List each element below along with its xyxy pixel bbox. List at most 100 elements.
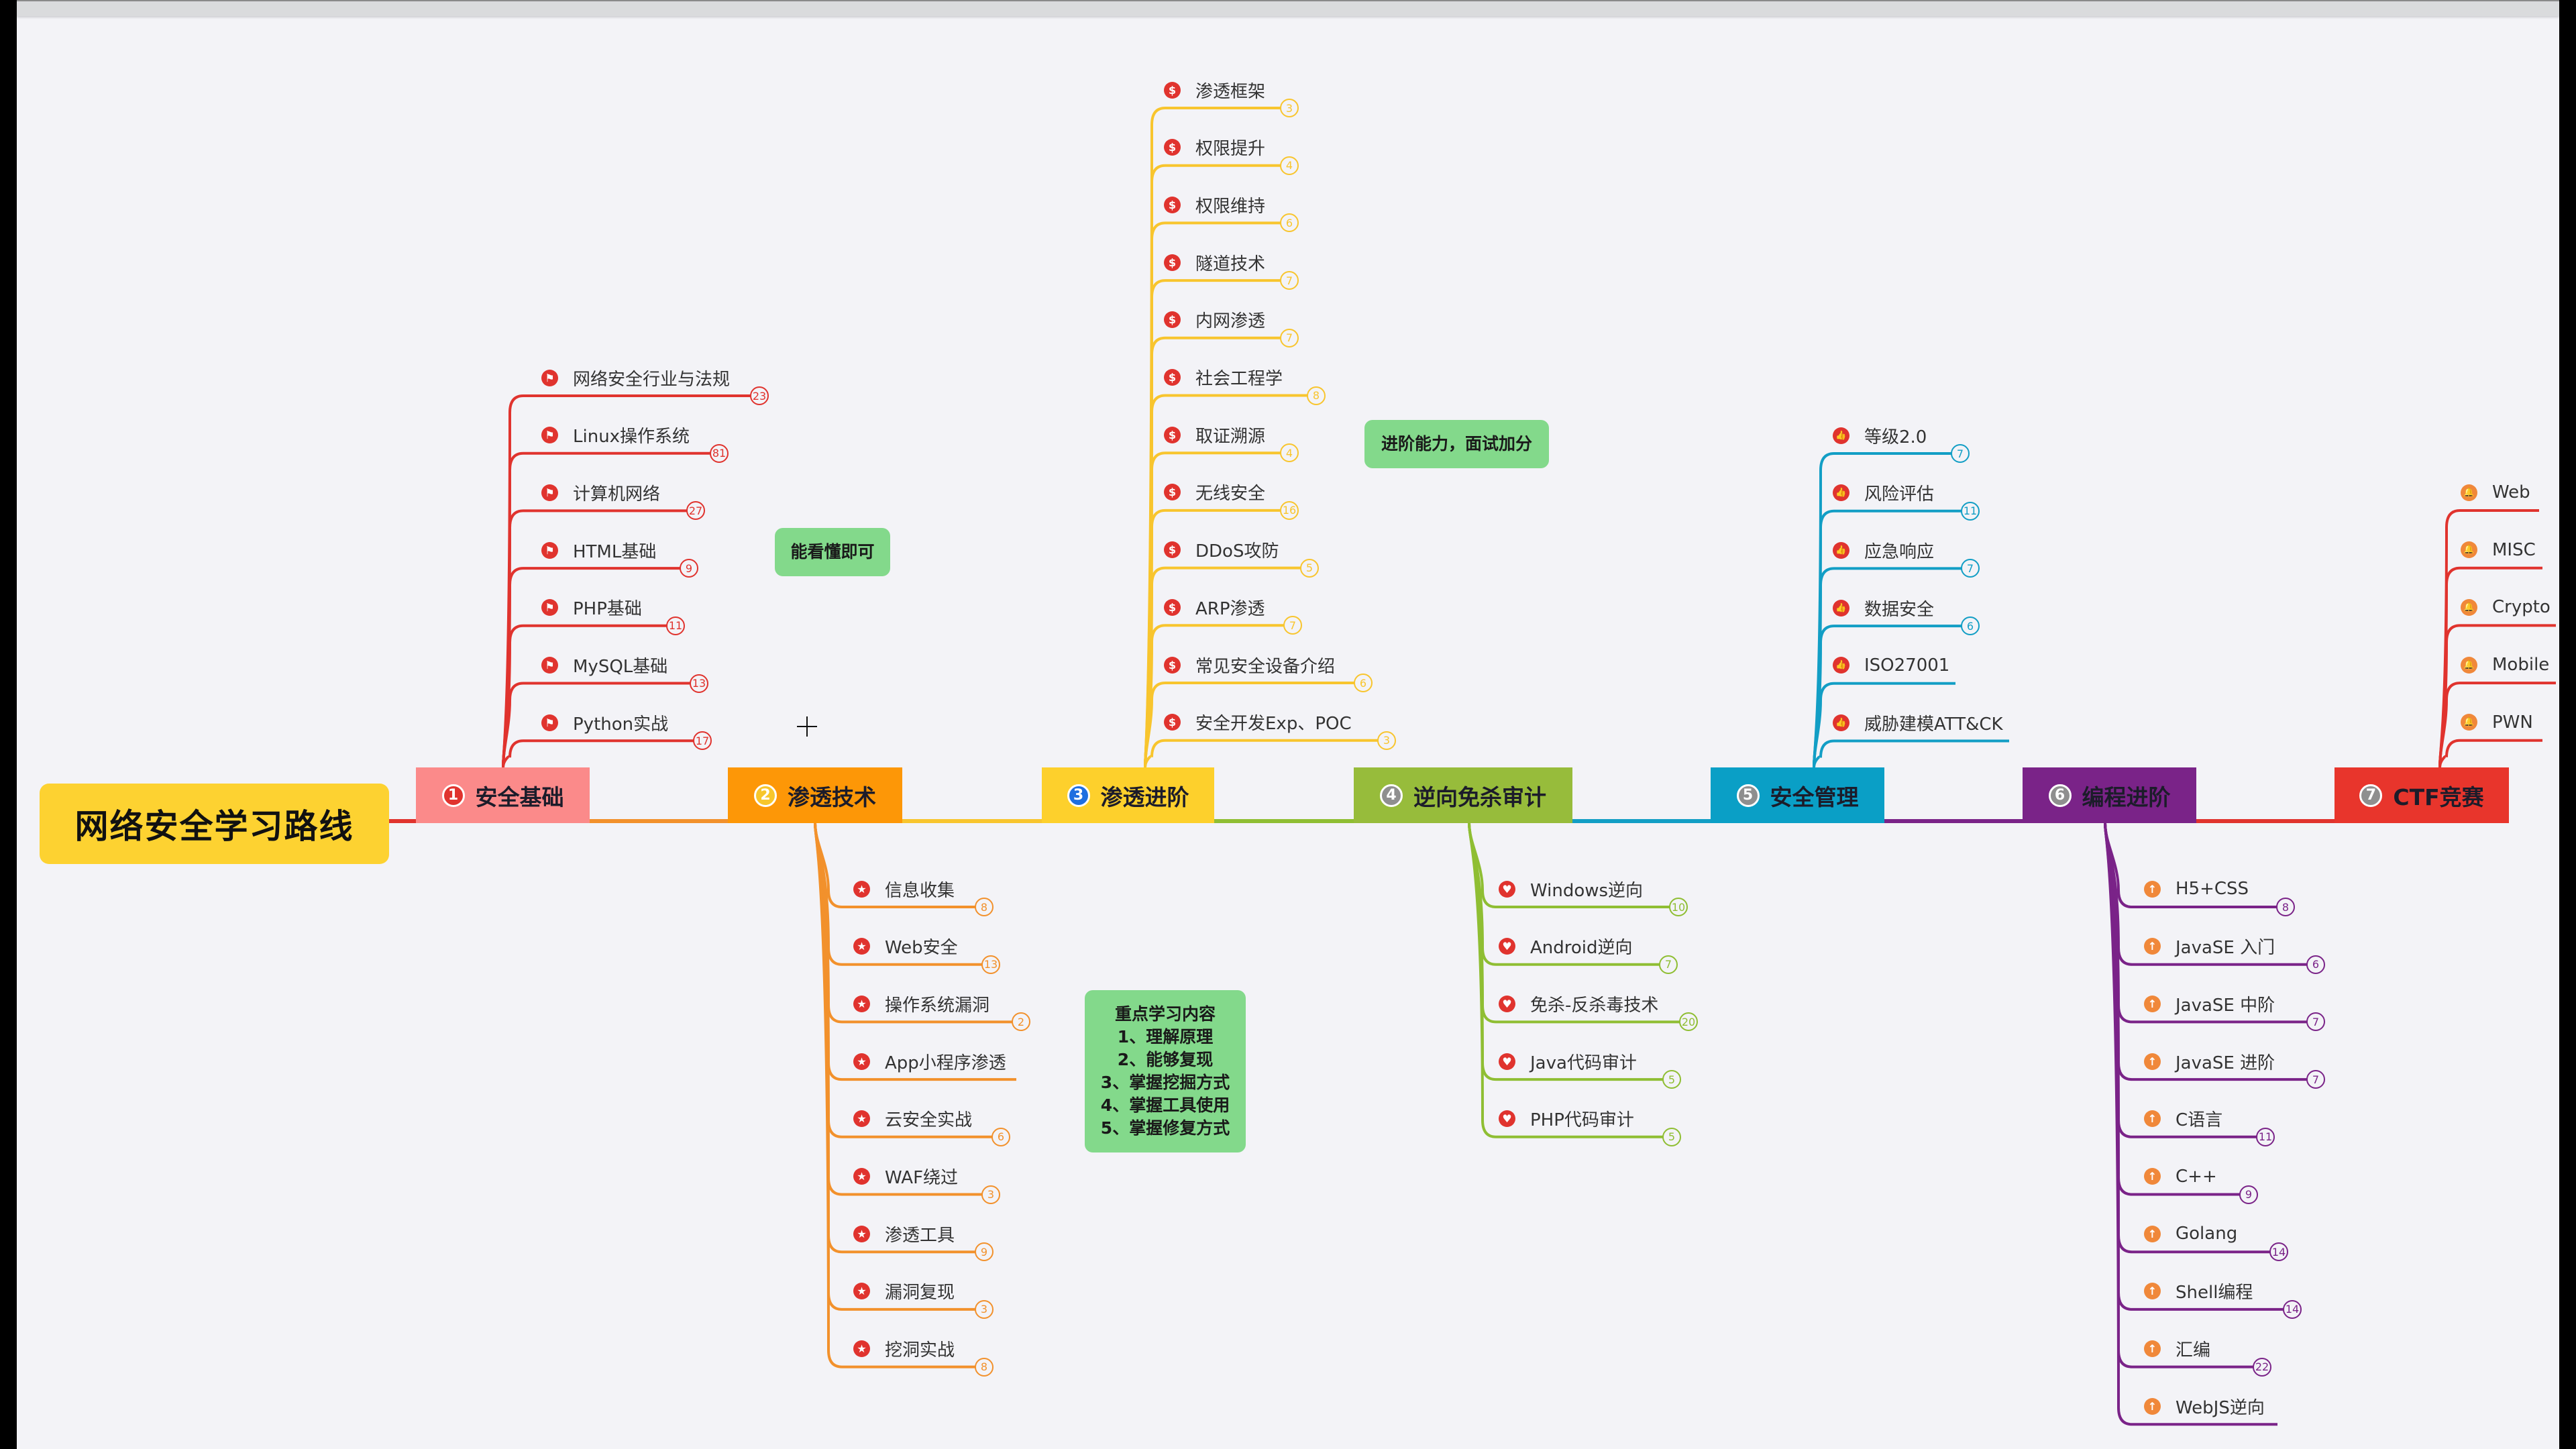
child-count-badge[interactable]: 10 [1669, 898, 1688, 916]
subtopic-item[interactable]: $ ARP渗透 [1164, 595, 1265, 619]
topic-4[interactable]: 4 逆向免杀审计 [1354, 767, 1572, 823]
topic-1[interactable]: 1 安全基础 [416, 767, 590, 823]
subtopic-item[interactable]: ♥ 免杀-反杀毒技术 [1499, 991, 1658, 1016]
subtopic-item[interactable]: 🔔 Crypto [2461, 595, 2551, 619]
child-count-badge[interactable]: 11 [666, 616, 685, 635]
child-count-badge[interactable]: 7 [1951, 444, 1970, 463]
subtopic-item[interactable]: ♥ Android逆向 [1499, 934, 1633, 959]
child-count-badge[interactable]: 7 [1280, 328, 1299, 347]
subtopic-item[interactable]: ↑ C++ [2144, 1165, 2217, 1189]
subtopic-item[interactable]: ↑ Golang [2144, 1222, 2237, 1246]
root-topic[interactable]: 网络安全学习路线 [40, 784, 389, 864]
child-count-badge[interactable]: 14 [2269, 1242, 2288, 1262]
topic-7[interactable]: 7 CTF竞赛 [2334, 767, 2509, 823]
subtopic-item[interactable]: ★ 渗透工具 [853, 1222, 955, 1246]
subtopic-item[interactable]: ↑ Shell编程 [2144, 1279, 2253, 1303]
topic-2[interactable]: 2 渗透技术 [728, 767, 902, 823]
subtopic-item[interactable]: ★ App小程序渗透 [853, 1049, 1006, 1073]
subtopic-item[interactable]: 🔔 Mobile [2461, 653, 2549, 677]
child-count-badge[interactable]: 3 [981, 1185, 1000, 1204]
subtopic-item[interactable]: ↑ JavaSE 进阶 [2144, 1049, 2275, 1073]
topic-5[interactable]: 5 安全管理 [1711, 767, 1884, 823]
child-count-badge[interactable]: 6 [1961, 616, 1980, 636]
child-count-badge[interactable]: 13 [981, 955, 1000, 974]
child-count-badge[interactable]: 9 [2239, 1185, 2258, 1204]
subtopic-item[interactable]: $ 常见安全设备介绍 [1164, 653, 1335, 677]
child-count-badge[interactable]: 8 [975, 898, 994, 916]
subtopic-item[interactable]: ⚑ PHP基础 [541, 596, 642, 620]
note-advanced[interactable]: 进阶能力，面试加分 [1364, 420, 1549, 468]
subtopic-item[interactable]: $ 安全开发Exp、POC [1164, 710, 1352, 735]
subtopic-item[interactable]: ★ 漏洞复现 [853, 1279, 955, 1303]
subtopic-item[interactable]: $ 渗透框架 [1164, 78, 1265, 102]
subtopic-item[interactable]: ♥ Windows逆向 [1499, 877, 1643, 901]
child-count-badge[interactable]: 23 [750, 386, 769, 405]
subtopic-item[interactable]: 👍 威胁建模ATT&CK [1833, 711, 2003, 735]
topic-6[interactable]: 6 编程进阶 [2023, 767, 2196, 823]
subtopic-item[interactable]: $ 权限维持 [1164, 193, 1265, 217]
subtopic-item[interactable]: ★ 操作系统漏洞 [853, 991, 989, 1016]
subtopic-item[interactable]: $ 取证溯源 [1164, 423, 1265, 447]
child-count-badge[interactable]: 9 [975, 1242, 994, 1262]
child-count-badge[interactable]: 17 [693, 731, 712, 751]
subtopic-item[interactable]: ↑ JavaSE 中阶 [2144, 991, 2275, 1016]
subtopic-item[interactable]: 👍 风险评估 [1833, 481, 1934, 505]
subtopic-item[interactable]: ⚑ Linux操作系统 [541, 423, 690, 447]
subtopic-item[interactable]: $ 无线安全 [1164, 480, 1265, 504]
subtopic-item[interactable]: ⚑ MySQL基础 [541, 653, 667, 678]
subtopic-item[interactable]: 🔔 MISC [2461, 538, 2536, 562]
child-count-badge[interactable]: 22 [2253, 1357, 2271, 1377]
child-count-badge[interactable]: 5 [1300, 558, 1319, 578]
subtopic-item[interactable]: 🔔 Web [2461, 480, 2530, 504]
subtopic-item[interactable]: 👍 等级2.0 [1833, 423, 1927, 447]
topic-3[interactable]: 3 渗透进阶 [1042, 767, 1214, 823]
child-count-badge[interactable]: 5 [1662, 1070, 1681, 1089]
child-count-badge[interactable]: 16 [1280, 500, 1299, 520]
child-count-badge[interactable]: 8 [975, 1357, 994, 1377]
subtopic-item[interactable]: ★ 挖洞实战 [853, 1337, 955, 1361]
subtopic-item[interactable]: 🔔 PWN [2461, 710, 2533, 735]
subtopic-item[interactable]: ♥ Java代码审计 [1499, 1049, 1637, 1073]
child-count-badge[interactable]: 7 [1659, 955, 1678, 974]
subtopic-item[interactable]: ★ 云安全实战 [853, 1107, 972, 1131]
child-count-badge[interactable]: 3 [1377, 731, 1396, 750]
subtopic-item[interactable]: ↑ 汇编 [2144, 1337, 2210, 1361]
subtopic-item[interactable]: $ 社会工程学 [1164, 366, 1283, 390]
subtopic-item[interactable]: ♥ PHP代码审计 [1499, 1107, 1634, 1131]
subtopic-item[interactable]: ↑ WebJS逆向 [2144, 1394, 2265, 1418]
note-key-points[interactable]: 重点学习内容 1、理解原理 2、能够复现 3、掌握挖掘方式 4、掌握工具使用 5、掌握修复… [1085, 990, 1246, 1152]
subtopic-item[interactable]: $ 权限提升 [1164, 136, 1265, 160]
child-count-badge[interactable]: 5 [1662, 1127, 1681, 1146]
child-count-badge[interactable]: 13 [690, 674, 708, 693]
subtopic-item[interactable]: 👍 应急响应 [1833, 538, 1934, 562]
subtopic-item[interactable]: ↑ H5+CSS [2144, 877, 2249, 901]
child-count-badge[interactable]: 9 [680, 559, 698, 578]
subtopic-item[interactable]: ⚑ HTML基础 [541, 538, 656, 562]
child-count-badge[interactable]: 4 [1280, 443, 1299, 463]
child-count-badge[interactable]: 11 [1961, 501, 1980, 521]
child-count-badge[interactable]: 8 [2276, 898, 2295, 916]
subtopic-item[interactable]: ↑ JavaSE 入门 [2144, 934, 2275, 959]
child-count-badge[interactable]: 81 [710, 443, 729, 463]
child-count-badge[interactable]: 3 [1280, 99, 1299, 117]
subtopic-item[interactable]: $ 隧道技术 [1164, 250, 1265, 274]
child-count-badge[interactable]: 4 [1280, 156, 1299, 175]
subtopic-item[interactable]: $ DDoS攻防 [1164, 538, 1279, 562]
note-basics[interactable]: 能看懂即可 [775, 528, 890, 576]
child-count-badge[interactable]: 7 [2306, 1070, 2325, 1089]
child-count-badge[interactable]: 7 [1280, 271, 1299, 290]
subtopic-item[interactable]: $ 内网渗透 [1164, 308, 1265, 332]
child-count-badge[interactable]: 11 [2256, 1127, 2275, 1146]
child-count-badge[interactable]: 6 [2306, 955, 2325, 974]
subtopic-item[interactable]: ⚑ 计算机网络 [541, 480, 660, 504]
subtopic-item[interactable]: ⚑ 网络安全行业与法规 [541, 366, 730, 390]
subtopic-item[interactable]: 👍 ISO27001 [1833, 653, 1949, 678]
subtopic-item[interactable]: ★ WAF绕过 [853, 1165, 958, 1189]
child-count-badge[interactable]: 3 [975, 1299, 994, 1319]
subtopic-item[interactable]: ★ 信息收集 [853, 877, 955, 901]
child-count-badge[interactable]: 6 [991, 1127, 1010, 1146]
subtopic-item[interactable]: ★ Web安全 [853, 934, 958, 959]
subtopic-item[interactable]: ⚑ Python实战 [541, 710, 668, 735]
subtopic-item[interactable]: ↑ C语言 [2144, 1107, 2222, 1131]
child-count-badge[interactable]: 8 [1307, 386, 1326, 405]
